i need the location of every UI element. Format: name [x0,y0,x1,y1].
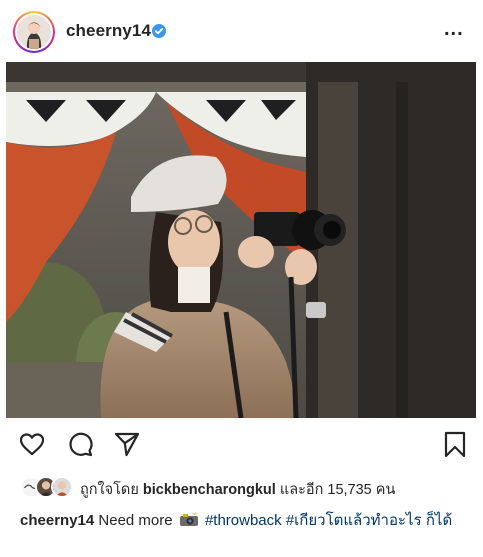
share-icon[interactable] [113,430,141,458]
hashtag-kyoto-tail[interactable]: ก็ได้ [426,512,452,529]
heart-icon[interactable] [18,430,46,458]
hashtag-kyoto[interactable]: #เกียวโตแล้วทำอะไร [286,512,422,529]
likes-prefix: ถูกใจโดย [80,482,139,498]
post-header: cheerny14 ... [0,0,483,62]
post-photo[interactable] [6,62,476,418]
post-caption: cheerny14 Need more #throwback #เกียวโตแ… [20,510,470,531]
hashtag-throwback[interactable]: #throwback [205,512,282,529]
comment-icon[interactable] [66,430,94,458]
likes-row: ถูกใจโดย bickbencharongkul และอีก 15,735… [20,476,480,498]
bookmark-icon[interactable] [441,430,469,458]
likes-count[interactable]: และอีก 15,735 คน [280,482,396,498]
verified-badge-icon [152,24,166,38]
profile-avatar-ring[interactable] [13,11,55,53]
liker-avatar[interactable] [51,476,73,498]
more-options-button[interactable]: ... [444,19,464,39]
likes-text: ถูกใจโดย bickbencharongkul และอีก 15,735… [80,478,395,501]
caption-username[interactable]: cheerny14 [20,512,94,529]
post-actions [0,420,483,466]
camera-flash-icon [179,512,198,526]
liker-username[interactable]: bickbencharongkul [143,482,276,498]
post-username[interactable]: cheerny14 [66,21,151,41]
avatar[interactable] [17,15,51,49]
caption-text: Need more [98,512,173,529]
